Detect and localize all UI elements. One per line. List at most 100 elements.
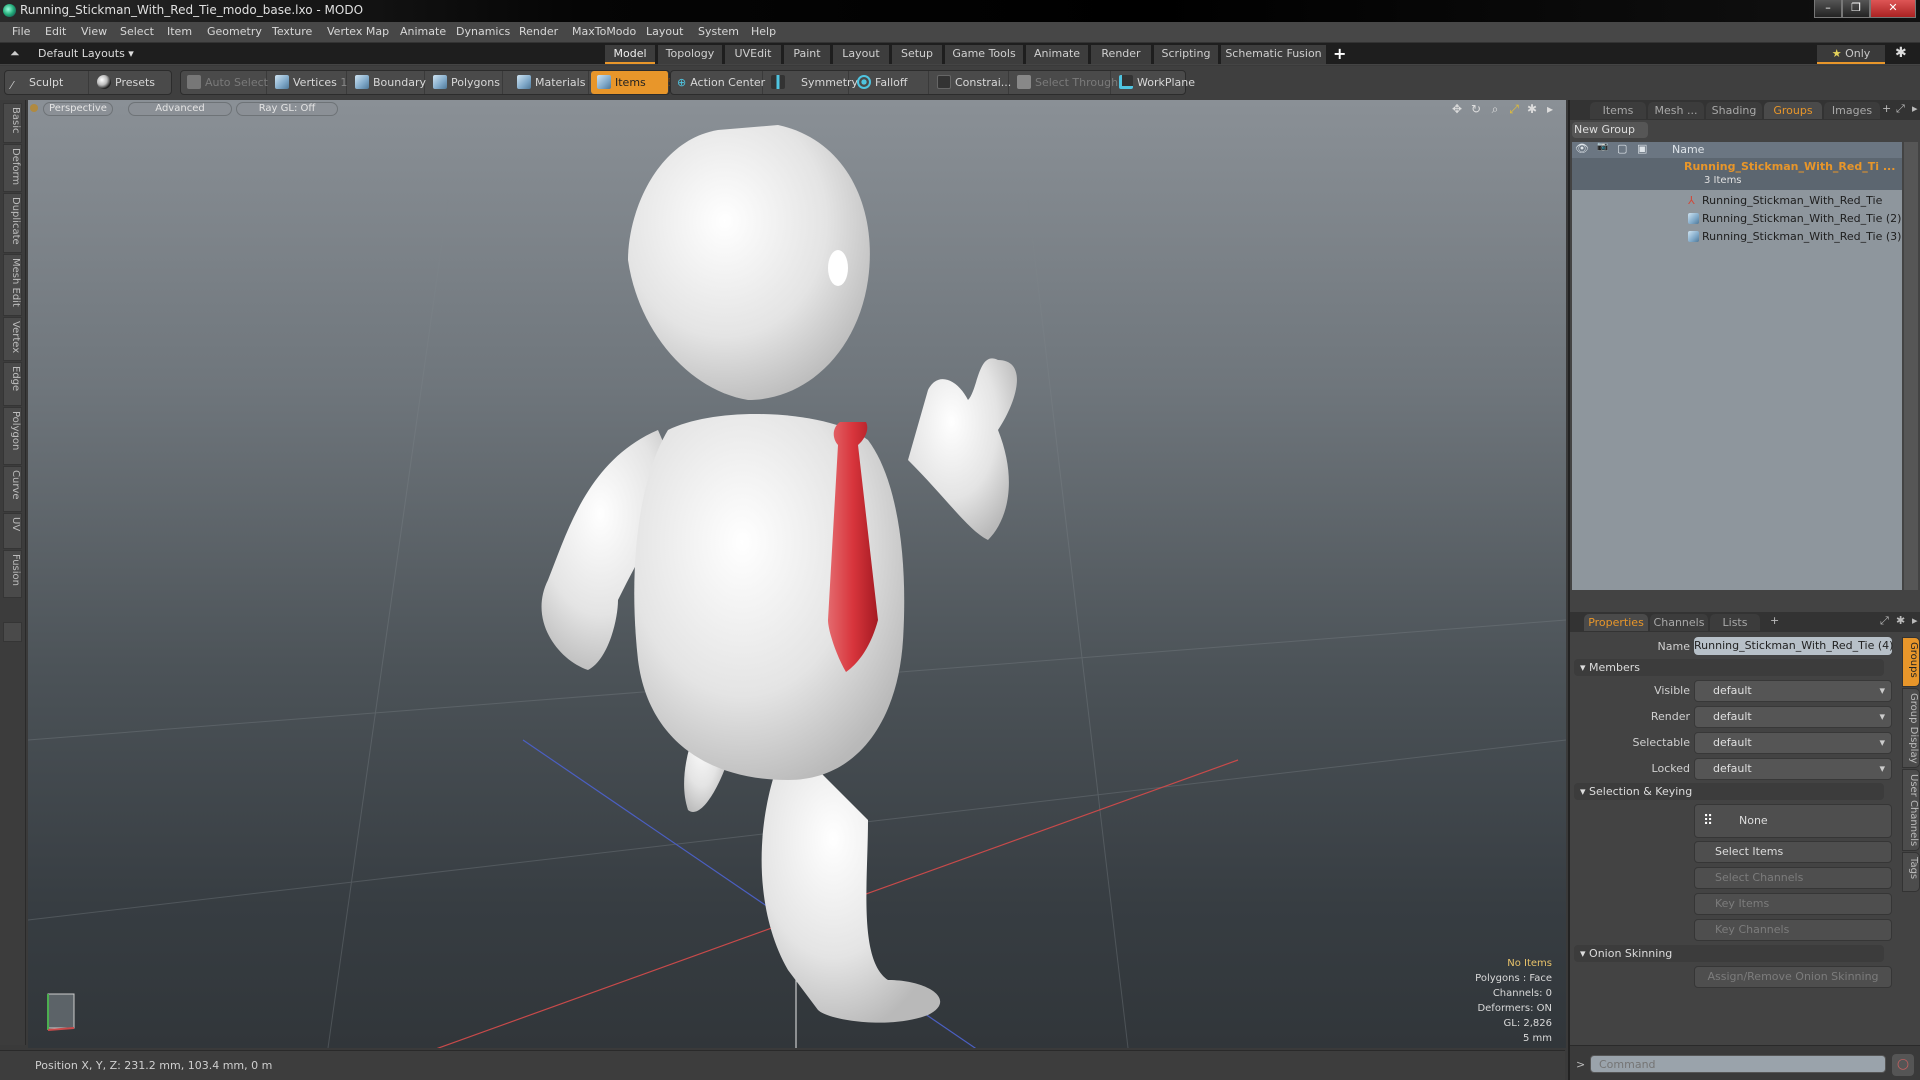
tab-model[interactable]: Model [605,45,655,64]
selectable-dropdown[interactable]: default ▾ [1694,732,1892,754]
perspective-button[interactable]: Perspective [43,102,113,116]
visibility-column-icon[interactable]: 👁 [1575,142,1589,155]
materials-button[interactable]: Materials [511,71,589,94]
visible-dropdown[interactable]: default ▾ [1694,680,1892,702]
onion-skinning-section-header[interactable]: ▾ Onion Skinning [1574,945,1884,962]
symmetry-button[interactable]: Symmetry [765,71,858,94]
tab-mesh[interactable]: Mesh ... [1648,102,1704,119]
select-column-icon[interactable]: ▢ [1617,142,1627,155]
menu-select[interactable]: Select [120,25,154,38]
tab-channels[interactable]: Channels [1650,614,1708,631]
zoom-icon[interactable]: ⌕ [1488,102,1502,116]
tab-render[interactable]: Render [1091,45,1151,64]
side-tab-tags[interactable]: Tags [1902,852,1920,892]
select-items-button[interactable]: Select Items [1694,841,1892,863]
side-tab-user-channels[interactable]: User Channels [1902,769,1920,851]
polygons-button[interactable]: Polygons [427,71,503,94]
tab-animate[interactable]: Animate [1026,45,1088,64]
hierarchy-none-button[interactable]: ⠿ None [1694,804,1892,838]
render-column-icon[interactable]: 📷 [1597,142,1608,152]
layouts-dropdown[interactable]: Default Layouts ▾ [38,47,134,60]
assign-onion-skinning-button[interactable]: Assign/Remove Onion Skinning [1694,966,1892,988]
menu-geometry[interactable]: Geometry [207,25,262,38]
tab-mesh-edit[interactable]: Mesh Edit [3,254,22,316]
restore-button[interactable]: ❐ [1842,0,1870,18]
group-member-row[interactable]: ⅄ Running_Stickman_With_Red_Tie [1572,192,1902,210]
tab-extra[interactable] [3,622,22,642]
tab-fusion[interactable]: Fusion [3,550,22,598]
select-through-button[interactable]: Select Through [1011,71,1118,94]
tab-game-tools[interactable]: Game Tools [945,45,1023,64]
menu-dynamics[interactable]: Dynamics [456,25,510,38]
add-properties-tab-icon[interactable]: + [1770,614,1779,627]
menu-system[interactable]: System [698,25,739,38]
pan-icon[interactable]: ✥ [1450,102,1464,116]
presets-button[interactable]: Presets [91,71,171,94]
menu-layout[interactable]: Layout [646,25,683,38]
lock-column-icon[interactable]: ▣ [1637,142,1647,155]
tab-uvedit[interactable]: UVEdit [725,45,781,64]
items-button[interactable]: Items 5 [591,71,674,94]
group-member-row[interactable]: Running_Stickman_With_Red_Tie (3) [1572,228,1902,246]
locked-dropdown[interactable]: default ▾ [1694,758,1892,780]
tab-topology[interactable]: Topology [658,45,722,64]
tab-scripting[interactable]: Scripting [1154,45,1218,64]
gear-icon[interactable]: ✱ [1895,45,1907,61]
side-tab-groups[interactable]: Groups [1902,637,1920,687]
close-button[interactable]: ✕ [1870,0,1916,18]
tab-schematic-fusion[interactable]: Schematic Fusion [1221,45,1326,64]
menu-help[interactable]: Help [751,25,776,38]
constraints-button[interactable]: Constrai... [931,71,1011,94]
tab-setup[interactable]: Setup [892,45,942,64]
name-field[interactable]: Running_Stickman_With_Red_Tie (4) [1694,637,1893,655]
auto-select-button[interactable]: Auto Select [181,71,268,94]
side-tab-group-display[interactable]: Group Display [1902,688,1920,768]
selection-keying-section-header[interactable]: ▾ Selection & Keying [1574,783,1884,800]
tab-curve[interactable]: Curve [3,466,22,512]
menu-edit[interactable]: Edit [45,25,66,38]
tab-shading[interactable]: Shading [1706,102,1762,119]
properties-menu-arrow-icon[interactable]: ▸ [1912,614,1918,627]
group-member-row[interactable]: Running_Stickman_With_Red_Tie (2) [1572,210,1902,228]
shading-button[interactable]: Advanced [128,102,232,116]
key-channels-button[interactable]: Key Channels [1694,919,1892,941]
tab-edge[interactable]: Edge [3,362,22,406]
viewport-menu-arrow-icon[interactable]: ▸ [1543,102,1557,116]
tab-items[interactable]: Items [1590,102,1646,119]
expand-panel-icon[interactable]: ⤢ [1896,102,1905,116]
tab-layout[interactable]: Layout [833,45,889,64]
add-tab-button[interactable]: + [1333,44,1346,63]
vertices-button[interactable]: Vertices 1 [269,71,347,94]
panel-menu-arrow-icon[interactable]: ▸ [1912,102,1918,115]
expand-properties-icon[interactable]: ⤢ [1880,614,1889,628]
tab-deform[interactable]: Deform [3,144,22,192]
properties-gear-icon[interactable]: ✱ [1896,614,1905,627]
group-row[interactable]: Running_Stickman_With_Red_Ti ... 3 Items [1572,158,1902,190]
tab-lists[interactable]: Lists [1710,614,1760,631]
layout-up-icon[interactable]: ⏶ [10,46,20,61]
raygl-button[interactable]: Ray GL: Off [236,102,338,116]
maximize-icon[interactable]: ⤢ [1507,102,1521,116]
viewport-status-dot-icon[interactable] [30,104,38,112]
key-items-button[interactable]: Key Items [1694,893,1892,915]
workplane-button[interactable]: WorkPlane [1113,71,1195,94]
tab-paint[interactable]: Paint [784,45,830,64]
menu-file[interactable]: File [12,25,30,38]
viewport-settings-icon[interactable]: ✱ [1525,102,1539,116]
command-input[interactable] [1590,1055,1886,1073]
boundary-button[interactable]: Boundary [349,71,426,94]
tab-images[interactable]: Images [1824,102,1880,119]
tab-properties[interactable]: Properties [1584,614,1648,631]
tab-basic[interactable]: Basic [3,103,22,143]
record-macro-icon[interactable]: ○ [1892,1054,1914,1076]
tab-polygon[interactable]: Polygon [3,407,22,465]
menu-item[interactable]: Item [167,25,192,38]
add-panel-tab-icon[interactable]: + [1882,102,1891,115]
menu-render[interactable]: Render [519,25,558,38]
new-group-button[interactable]: New Group [1572,122,1648,138]
stickman-model[interactable] [541,125,1017,1023]
render-dropdown[interactable]: default ▾ [1694,706,1892,728]
action-center-button[interactable]: ⊕ Action Center [671,71,765,94]
minimize-button[interactable]: – [1814,0,1842,18]
menu-view[interactable]: View [81,25,107,38]
